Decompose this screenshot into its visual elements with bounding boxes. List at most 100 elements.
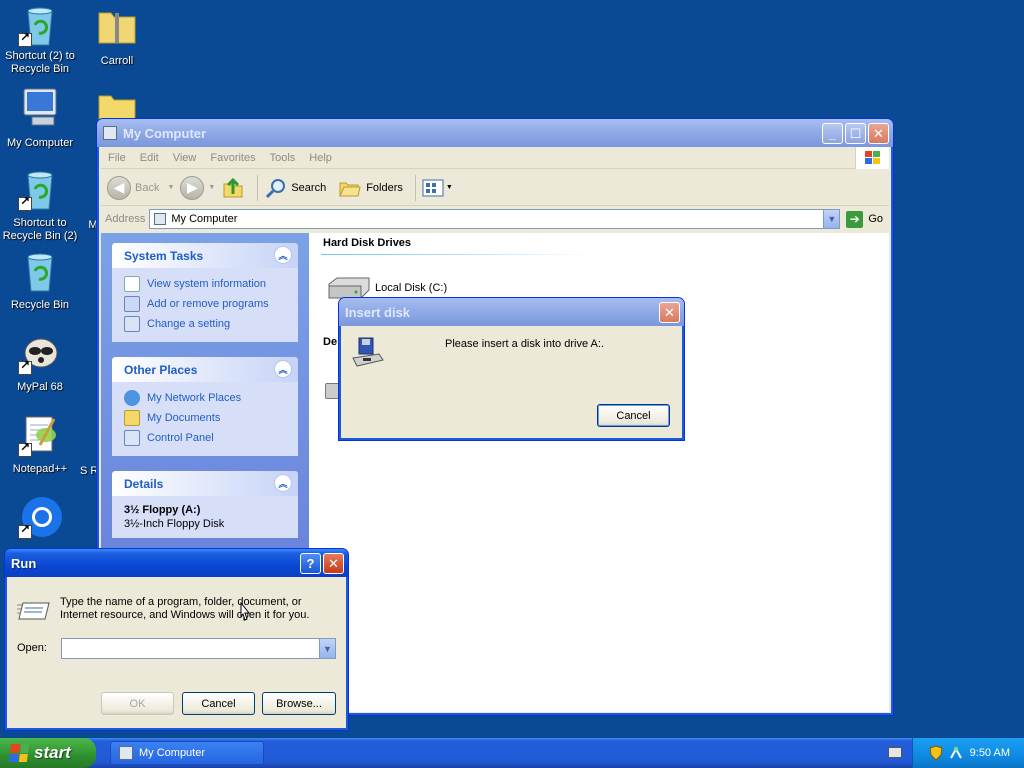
recycle-bin-icon [18, 3, 62, 47]
keyboard-icon[interactable] [888, 747, 902, 758]
open-label: Open: [17, 642, 47, 654]
desktop-icon-partial-mi[interactable]: Mi [60, 219, 100, 232]
menu-favorites[interactable]: Favorites [203, 152, 262, 164]
minimize-button[interactable]: _ [822, 123, 843, 144]
system-tray: 9:50 AM [912, 738, 1024, 768]
cancel-button[interactable]: Cancel [597, 404, 670, 427]
system-info-icon [124, 276, 140, 292]
task-view-system-info[interactable]: View system information [124, 274, 286, 294]
chevron-down-icon: ▼ [827, 214, 837, 224]
menu-file[interactable]: File [101, 152, 133, 164]
place-my-network-places[interactable]: My Network Places [124, 388, 286, 408]
address-dropdown-button[interactable]: ▼ [823, 210, 840, 228]
run-icon [17, 597, 51, 626]
run-titlebar[interactable]: Run [5, 549, 348, 577]
back-arrow-icon: ◀ [107, 175, 131, 200]
collapse-icon[interactable]: ︽ [274, 360, 292, 378]
taskbar-item-label: My Computer [139, 747, 206, 759]
details-header[interactable]: Details ︽ [112, 471, 298, 496]
back-button[interactable]: ◀ Back ▼ [107, 175, 175, 200]
run-dialog[interactable]: Run ? ✕ Type the name of a program, fold… [4, 548, 349, 731]
menu-bar: File Edit View Favorites Tools Help [101, 147, 889, 169]
task-label: View system information [147, 278, 267, 290]
desktop-icon-notepadpp[interactable]: Notepad++ [0, 413, 80, 476]
task-add-remove-programs[interactable]: Add or remove programs [124, 294, 286, 314]
up-folder-button[interactable] [221, 176, 245, 200]
desktop-icon-carroll[interactable]: Carroll [77, 3, 157, 68]
toolbar: ◀ Back ▼ ▶ ▼ Search Folders ▼ [101, 170, 889, 206]
floppy-icon [351, 336, 385, 373]
network-icon[interactable] [948, 745, 964, 761]
go-button[interactable]: ➔ Go [846, 210, 883, 228]
views-button[interactable]: ▼ [422, 179, 453, 197]
chevron-down-icon: ▼ [208, 184, 216, 191]
computer-icon [154, 213, 167, 225]
place-label: My Documents [147, 412, 221, 424]
browse-button[interactable]: Browse... [262, 692, 336, 715]
address-value: My Computer [171, 213, 238, 225]
desktop-icon-label: Mi [88, 219, 100, 231]
group-devices-partial: De [323, 336, 338, 348]
documents-folder-icon [124, 410, 140, 426]
insert-disk-dialog[interactable]: Insert disk ✕ Please insert a disk into … [338, 297, 685, 441]
collapse-icon[interactable]: ︽ [274, 246, 292, 264]
mouse-cursor-icon [238, 601, 252, 625]
menu-help[interactable]: Help [302, 152, 339, 164]
control-panel-icon [124, 430, 140, 446]
browser-icon [18, 495, 62, 539]
desktop-icon-label: MyPal 68 [17, 381, 63, 393]
desktop-icon-my-computer[interactable]: My Computer [0, 85, 80, 150]
task-change-setting[interactable]: Change a setting [124, 314, 286, 334]
desktop-icon-mypal[interactable]: MyPal 68 [0, 331, 80, 394]
chevron-down-icon: ▼ [167, 184, 175, 191]
my-computer-titlebar[interactable]: My Computer [97, 119, 893, 147]
details-desc: 3½-Inch Floppy Disk [124, 518, 225, 530]
dialog-message: Please insert a disk into drive A:. [445, 338, 604, 350]
close-button[interactable]: ✕ [659, 302, 680, 323]
raccoon-icon [18, 331, 62, 375]
help-button[interactable]: ? [300, 553, 321, 574]
open-combobox[interactable]: ▼ [61, 638, 336, 659]
desktop-icon-browser[interactable] [0, 495, 80, 542]
desktop-icon-label: Shortcut (2) to Recycle Bin [5, 50, 75, 75]
address-field[interactable]: My Computer ▼ [149, 209, 841, 229]
forward-button[interactable]: ▶ ▼ [180, 175, 216, 200]
maximize-button[interactable]: ☐ [845, 123, 866, 144]
menu-tools[interactable]: Tools [263, 152, 303, 164]
minimize-icon: _ [828, 126, 837, 141]
insert-disk-titlebar[interactable]: Insert disk [339, 298, 684, 326]
close-button[interactable]: ✕ [868, 123, 889, 144]
desktop-icon-shortcut2-recycle-bin[interactable]: Shortcut (2) to Recycle Bin [0, 3, 80, 76]
folders-button[interactable]: Folders [338, 176, 403, 200]
system-tasks-header[interactable]: System Tasks ︽ [112, 243, 298, 268]
open-dropdown-button[interactable]: ▼ [319, 639, 335, 658]
taskbar-item-my-computer[interactable]: My Computer [110, 741, 264, 765]
dialog-title: Run [11, 555, 37, 571]
menu-edit[interactable]: Edit [133, 152, 166, 164]
cancel-button[interactable]: Cancel [182, 692, 255, 715]
desktop-icon-recycle-bin[interactable]: Recycle Bin [0, 249, 80, 312]
ok-button[interactable]: OK [101, 692, 174, 715]
search-button[interactable]: Search [264, 176, 326, 200]
close-icon: ✕ [664, 304, 675, 320]
windows-logo-icon [855, 147, 889, 169]
desktop-icon-label: My Computer [6, 137, 74, 149]
close-button[interactable]: ✕ [323, 553, 344, 574]
start-button[interactable]: start [0, 738, 96, 768]
details-title: Details [124, 476, 164, 491]
group-hard-disk-drives: Hard Disk Drives [323, 237, 412, 249]
control-panel-icon [124, 316, 140, 332]
place-control-panel[interactable]: Control Panel [124, 428, 286, 448]
network-globe-icon [124, 390, 140, 406]
menu-view[interactable]: View [166, 152, 204, 164]
windows-logo-icon [8, 744, 30, 762]
forward-arrow-icon: ▶ [180, 175, 205, 200]
other-places-header[interactable]: Other Places ︽ [112, 357, 298, 382]
clock[interactable]: 9:50 AM [970, 747, 1010, 759]
place-my-documents[interactable]: My Documents [124, 408, 286, 428]
details-panel: Details ︽ 3½ Floppy (A:) 3½-Inch Floppy … [112, 471, 298, 538]
toolbar-separator [257, 174, 259, 201]
collapse-icon[interactable]: ︽ [274, 474, 292, 492]
drive-label: Local Disk (C:) [375, 282, 448, 294]
shield-icon[interactable] [928, 745, 944, 761]
